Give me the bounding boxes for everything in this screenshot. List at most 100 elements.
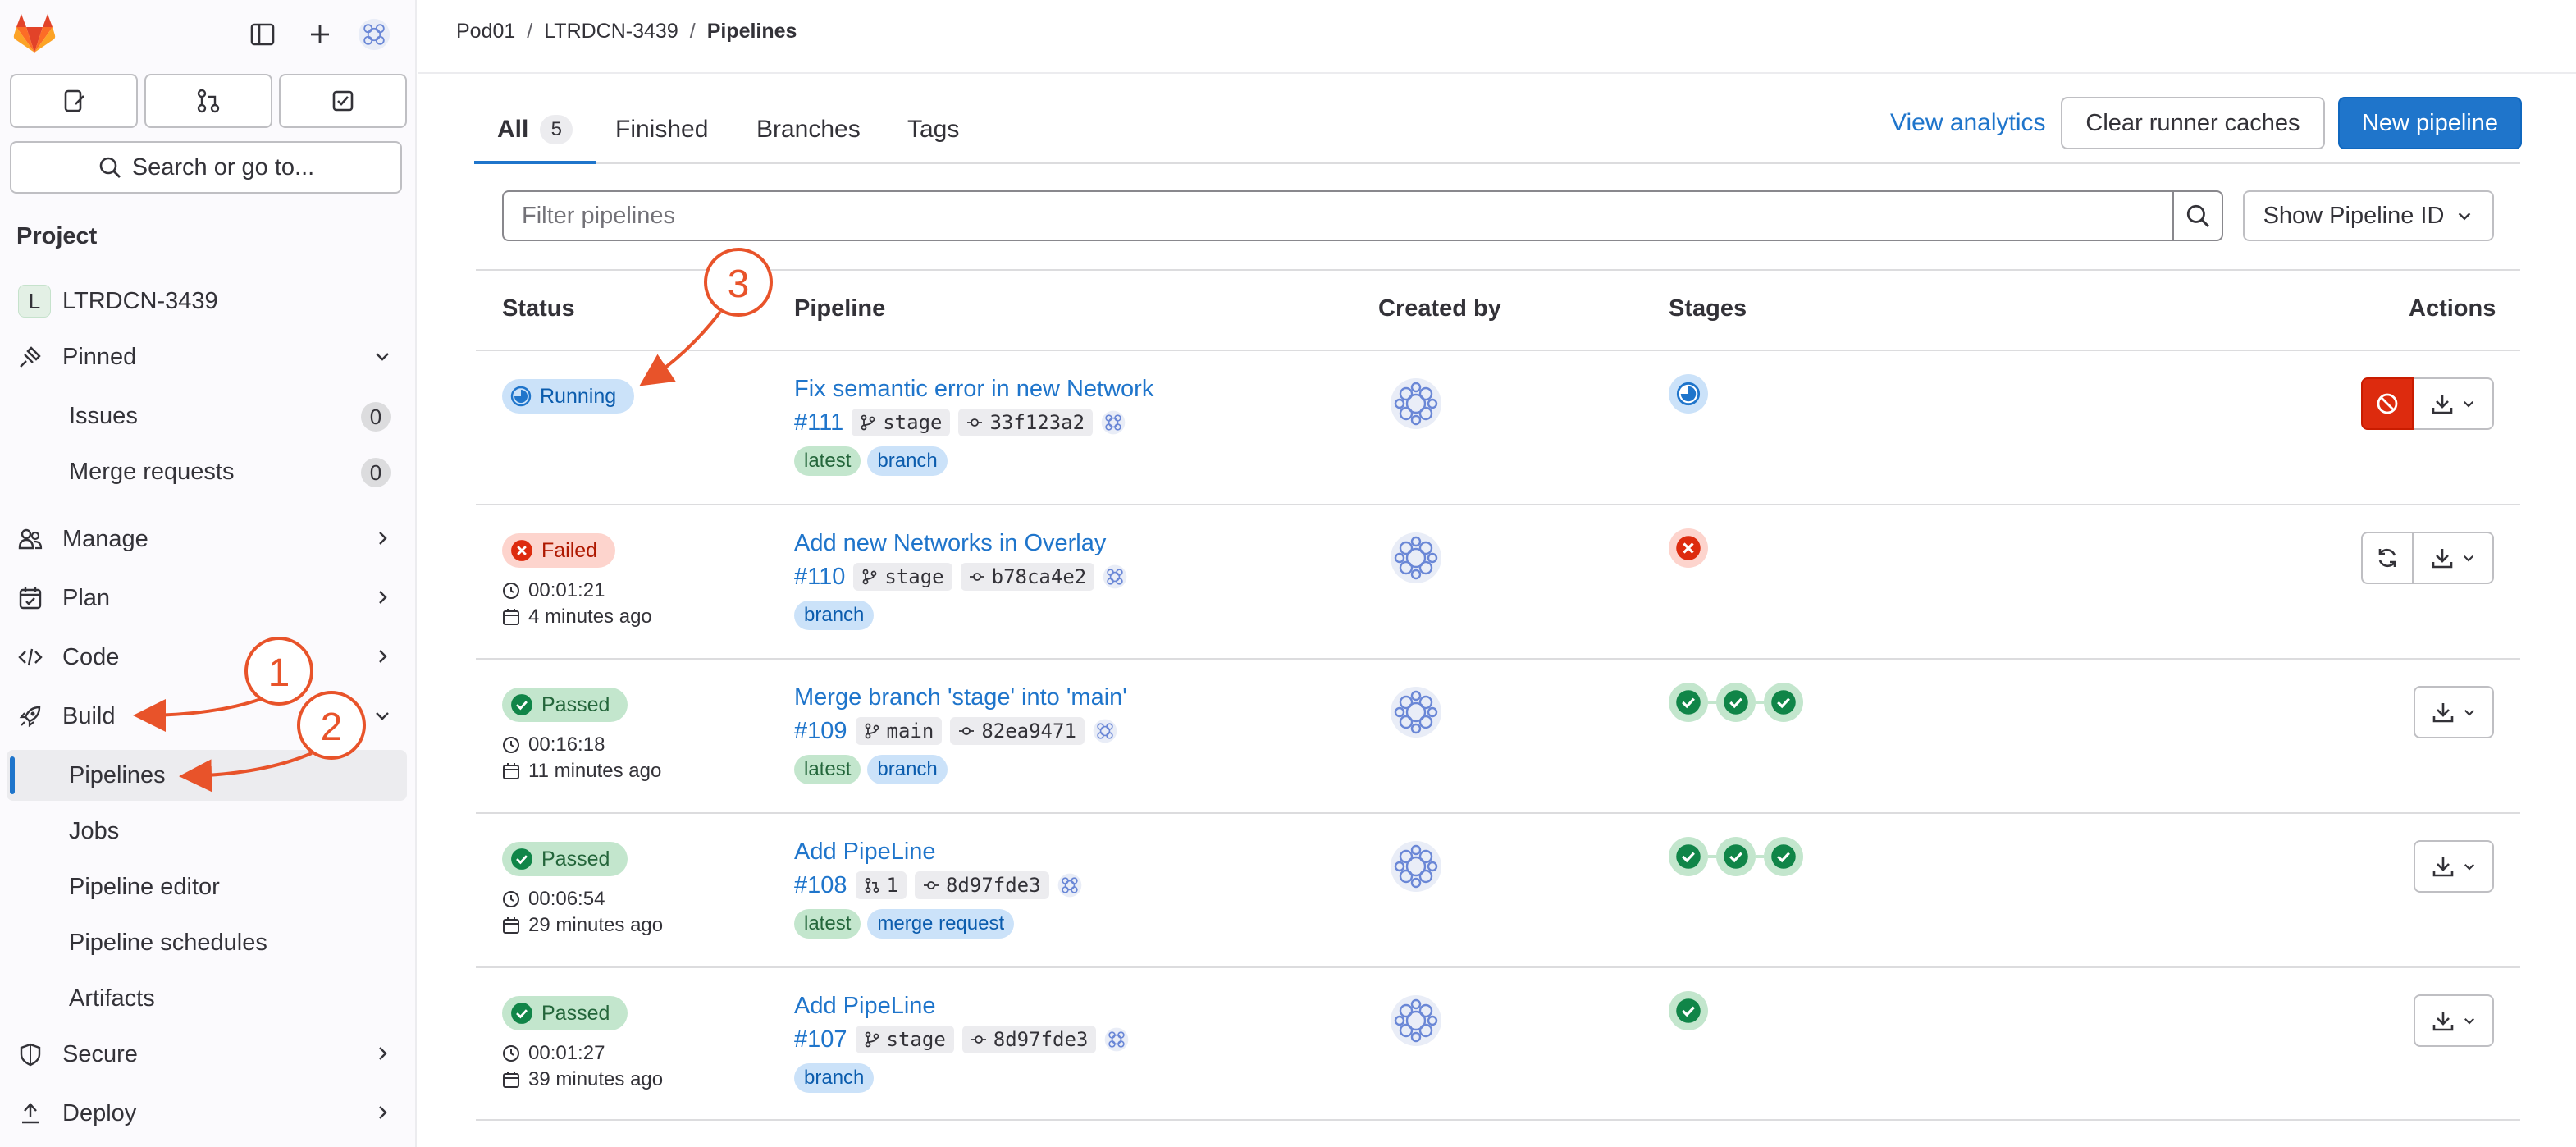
ref-chip[interactable]: stage — [853, 563, 952, 591]
finished-time-text: 11 minutes ago — [528, 760, 662, 782]
commit-author-avatar[interactable] — [1093, 719, 1117, 743]
commit-author-avatar[interactable] — [1104, 1027, 1129, 1052]
commit-author-avatar[interactable] — [1057, 873, 1082, 898]
create-new-icon[interactable] — [304, 18, 336, 51]
merge-requests-button[interactable] — [144, 74, 272, 128]
tab-finished[interactable]: Finished — [615, 97, 708, 162]
status-badge[interactable]: Failed — [502, 533, 616, 568]
pipeline-title-link[interactable]: Add PipeLine — [794, 993, 936, 1020]
breadcrumb-item[interactable]: Pod01 — [456, 20, 515, 43]
stage-connector — [1756, 855, 1764, 858]
filter-search-button[interactable] — [2172, 190, 2223, 241]
stage-passed-icon[interactable] — [1669, 837, 1708, 876]
ref-chip[interactable]: stage — [852, 409, 951, 436]
tab-branches[interactable]: Branches — [756, 97, 861, 162]
pipeline-title-link[interactable]: Add new Networks in Overlay — [794, 530, 1106, 557]
sidebar-item-jobs[interactable]: Jobs — [7, 806, 407, 857]
assigned-issues-button[interactable] — [10, 74, 138, 128]
commit-author-avatar[interactable] — [1103, 564, 1127, 589]
stage-passed-icon[interactable] — [1669, 991, 1708, 1030]
pipeline-title-link[interactable]: Add PipeLine — [794, 839, 936, 866]
sidebar: Search or go to... Project L LTRDCN-3439… — [0, 0, 417, 1147]
pipeline-id-link[interactable]: #109 — [794, 718, 847, 745]
sidebar-item-artifacts[interactable]: Artifacts — [7, 973, 407, 1024]
download-artifacts-dropdown[interactable] — [2414, 532, 2494, 584]
calendar-icon — [503, 763, 519, 779]
finished-time-text: 39 minutes ago — [528, 1068, 664, 1090]
pipeline-id-link[interactable]: #107 — [794, 1026, 847, 1053]
filter-pipelines-input[interactable]: Filter pipelines — [502, 190, 2174, 241]
sidebar-item-plan[interactable]: Plan — [7, 573, 407, 624]
stage-failed-icon[interactable] — [1669, 528, 1708, 568]
sidebar-item-pipeline-editor[interactable]: Pipeline editor — [7, 861, 407, 912]
sidebar-item-pipelines[interactable]: Pipelines — [7, 750, 407, 801]
sidebar-item-issues[interactable]: Issues 0 — [7, 391, 407, 441]
download-icon — [2432, 395, 2453, 414]
pipeline-finished-time: 11 minutes ago — [502, 760, 661, 783]
clear-runner-caches-button[interactable]: Clear runner caches — [2061, 97, 2325, 149]
sidebar-item-pipeline-schedules[interactable]: Pipeline schedules — [7, 917, 407, 968]
pipeline-labels: branch — [794, 1063, 875, 1093]
creator-avatar[interactable] — [1390, 377, 1442, 430]
status-badge[interactable]: Passed — [502, 842, 628, 876]
new-pipeline-button[interactable]: New pipeline — [2338, 97, 2522, 149]
stage-passed-icon[interactable] — [1669, 683, 1708, 722]
clock-icon — [503, 891, 519, 907]
status-passed-icon — [511, 694, 532, 715]
sidebar-item-deploy[interactable]: Deploy — [7, 1088, 407, 1139]
stage-passed-icon[interactable] — [1764, 837, 1803, 876]
sidebar-item-project[interactable]: L LTRDCN-3439 — [7, 276, 407, 327]
download-artifacts-dropdown[interactable] — [2414, 994, 2494, 1047]
stage-passed-icon[interactable] — [1716, 683, 1756, 722]
commit-chip[interactable]: 82ea9471 — [950, 717, 1085, 745]
commit-chip[interactable]: 8d97fde3 — [914, 871, 1049, 899]
gitlab-logo-icon[interactable] — [13, 13, 56, 54]
ref-chip[interactable]: stage — [855, 1026, 954, 1053]
download-artifacts-dropdown[interactable] — [2414, 686, 2494, 738]
stage-running-icon[interactable] — [1669, 374, 1708, 414]
download-artifacts-dropdown[interactable] — [2414, 840, 2494, 893]
commit-chip[interactable]: b78ca4e2 — [960, 563, 1095, 591]
creator-avatar[interactable] — [1390, 686, 1442, 738]
download-artifacts-dropdown[interactable] — [2414, 377, 2494, 430]
search-label: Search or go to... — [131, 153, 315, 181]
breadcrumb-item[interactable]: LTRDCN-3439 — [544, 20, 678, 43]
sidebar-item-code[interactable]: Code — [7, 632, 407, 683]
commit-author-avatar[interactable] — [1101, 410, 1126, 435]
pipeline-title-link[interactable]: Merge branch 'stage' into 'main' — [794, 684, 1127, 711]
stage-passed-icon[interactable] — [1764, 683, 1803, 722]
creator-avatar[interactable] — [1390, 994, 1442, 1047]
show-pipeline-id-dropdown[interactable]: Show Pipeline ID — [2243, 190, 2494, 241]
pipeline-id-link[interactable]: #110 — [794, 564, 845, 591]
sidebar-toggle-icon[interactable] — [246, 18, 279, 51]
todo-list-button[interactable] — [279, 74, 407, 128]
tab-tags[interactable]: Tags — [907, 97, 959, 162]
sidebar-item-secure[interactable]: Secure — [7, 1029, 407, 1080]
view-analytics-link[interactable]: View analytics — [1890, 97, 2046, 149]
tab-label: Branches — [756, 116, 861, 143]
creator-avatar[interactable] — [1390, 532, 1442, 584]
status-running-icon — [510, 386, 532, 407]
creator-avatar[interactable] — [1390, 840, 1442, 893]
commit-chip[interactable]: 8d97fde3 — [961, 1026, 1097, 1053]
status-badge[interactable]: Running — [502, 379, 635, 414]
search-button[interactable]: Search or go to... — [10, 141, 402, 194]
sidebar-item-merge-requests[interactable]: Merge requests 0 — [7, 446, 407, 497]
cancel-pipeline-button[interactable] — [2361, 377, 2414, 430]
merge-request-chip[interactable]: 1 — [855, 871, 907, 899]
issues-icon — [64, 89, 84, 112]
status-badge[interactable]: Passed — [502, 996, 628, 1030]
user-avatar[interactable] — [358, 18, 391, 51]
pipeline-id-link[interactable]: #111 — [794, 409, 843, 436]
sidebar-item-build[interactable]: Build — [7, 691, 407, 742]
pipeline-title-link[interactable]: Fix semantic error in new Network — [794, 376, 1153, 403]
pipeline-id-link[interactable]: #108 — [794, 872, 847, 899]
ref-chip[interactable]: main — [855, 717, 943, 745]
commit-chip[interactable]: 33f123a2 — [958, 409, 1094, 436]
sidebar-item-manage[interactable]: Manage — [7, 514, 407, 564]
stage-passed-icon[interactable] — [1716, 837, 1756, 876]
status-badge[interactable]: Passed — [502, 688, 628, 722]
tab-all[interactable]: All 5 — [473, 97, 596, 164]
sidebar-item-pinned[interactable]: Pinned — [7, 331, 407, 382]
retry-pipeline-button[interactable] — [2361, 532, 2414, 584]
